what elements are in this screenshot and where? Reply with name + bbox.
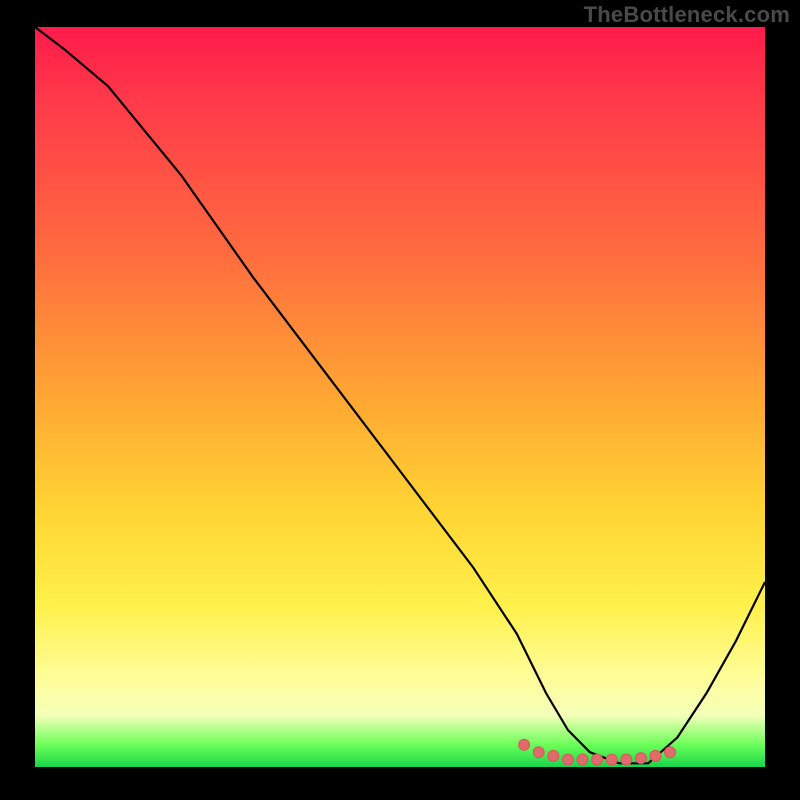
optimal-dot [635,753,646,764]
chart-container: TheBottleneck.com [0,0,800,800]
optimal-dot [577,754,588,765]
optimal-dot [548,750,559,761]
optimal-dot [606,754,617,765]
watermark-text: TheBottleneck.com [584,2,790,28]
optimal-dot [592,754,603,765]
optimal-dot [665,747,676,758]
optimal-dot [533,747,544,758]
optimal-dot [519,739,530,750]
chart-svg [35,27,765,767]
optimal-dot [621,754,632,765]
plot-frame [35,27,765,767]
optimal-dot [562,754,573,765]
bottleneck-curve [35,27,765,763]
optimal-dot [650,750,661,761]
